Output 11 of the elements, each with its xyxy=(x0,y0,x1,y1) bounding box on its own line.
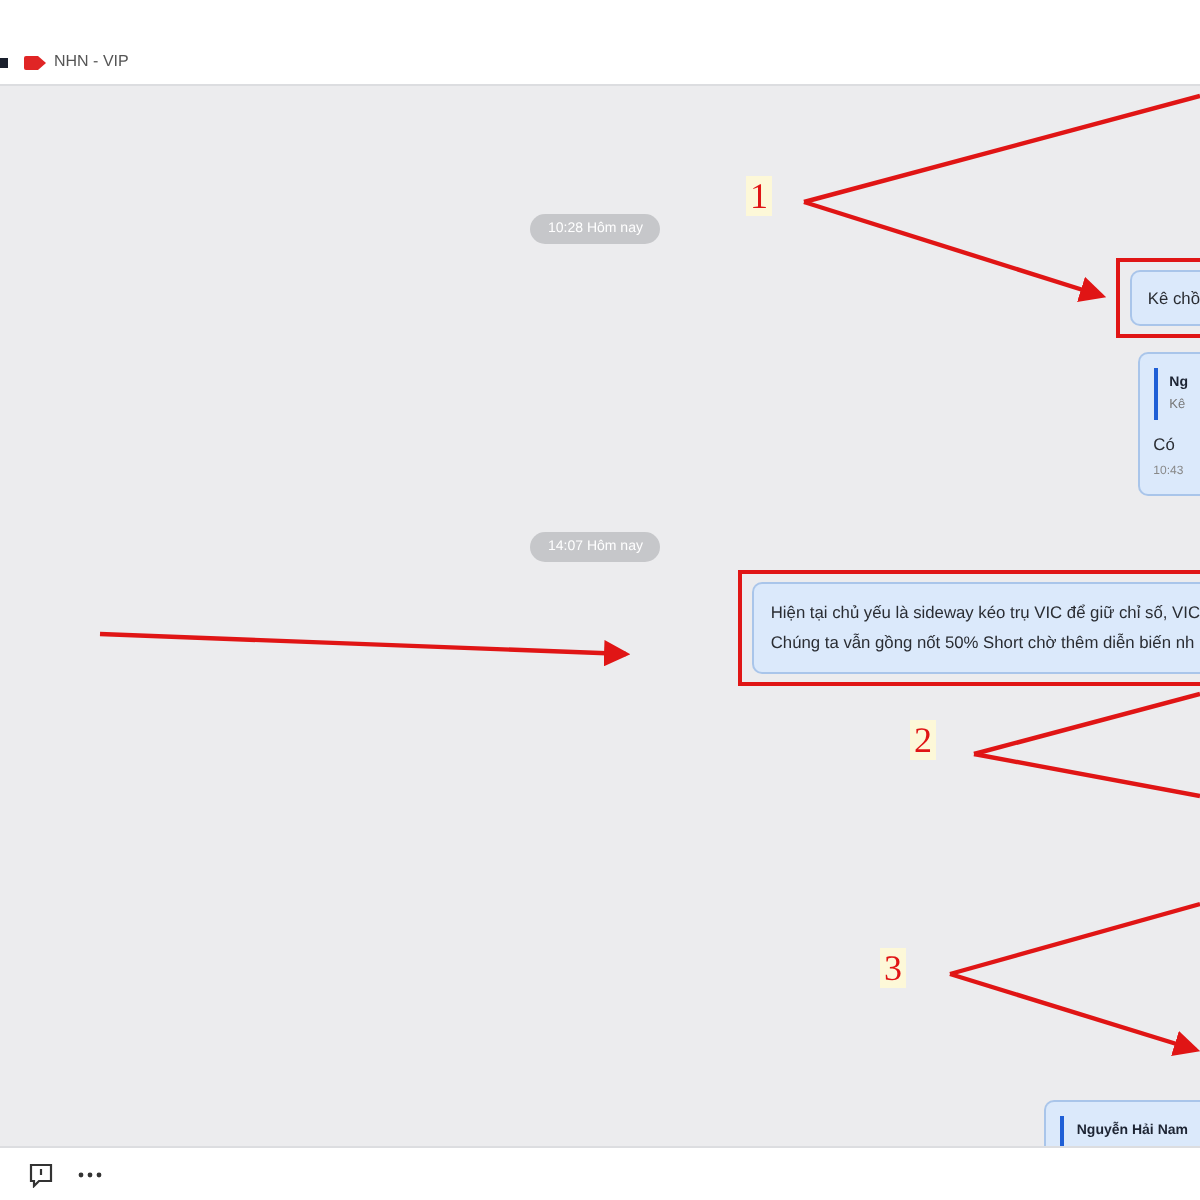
annotation-number: 2 xyxy=(910,720,936,760)
message-bubble: Kê chồ xyxy=(1129,270,1200,326)
message-text: Có xyxy=(1153,432,1177,458)
annotation-number: 1 xyxy=(746,176,772,216)
tag-icon xyxy=(24,55,46,69)
more-icon[interactable] xyxy=(78,1171,102,1177)
group-tag-label: NHN - VIP xyxy=(54,50,129,74)
message-bubble: Hiện tại chủ yếu là sideway kéo trụ VIC để giữ chỉ số, VIC Chúng ta vẫn gồng nốt 50% Short chờ thêm diễn biến nh xyxy=(752,581,1200,674)
chat-icon[interactable] xyxy=(28,1161,54,1187)
annotation-number: 3 xyxy=(880,948,906,988)
tab-edge xyxy=(0,58,8,68)
